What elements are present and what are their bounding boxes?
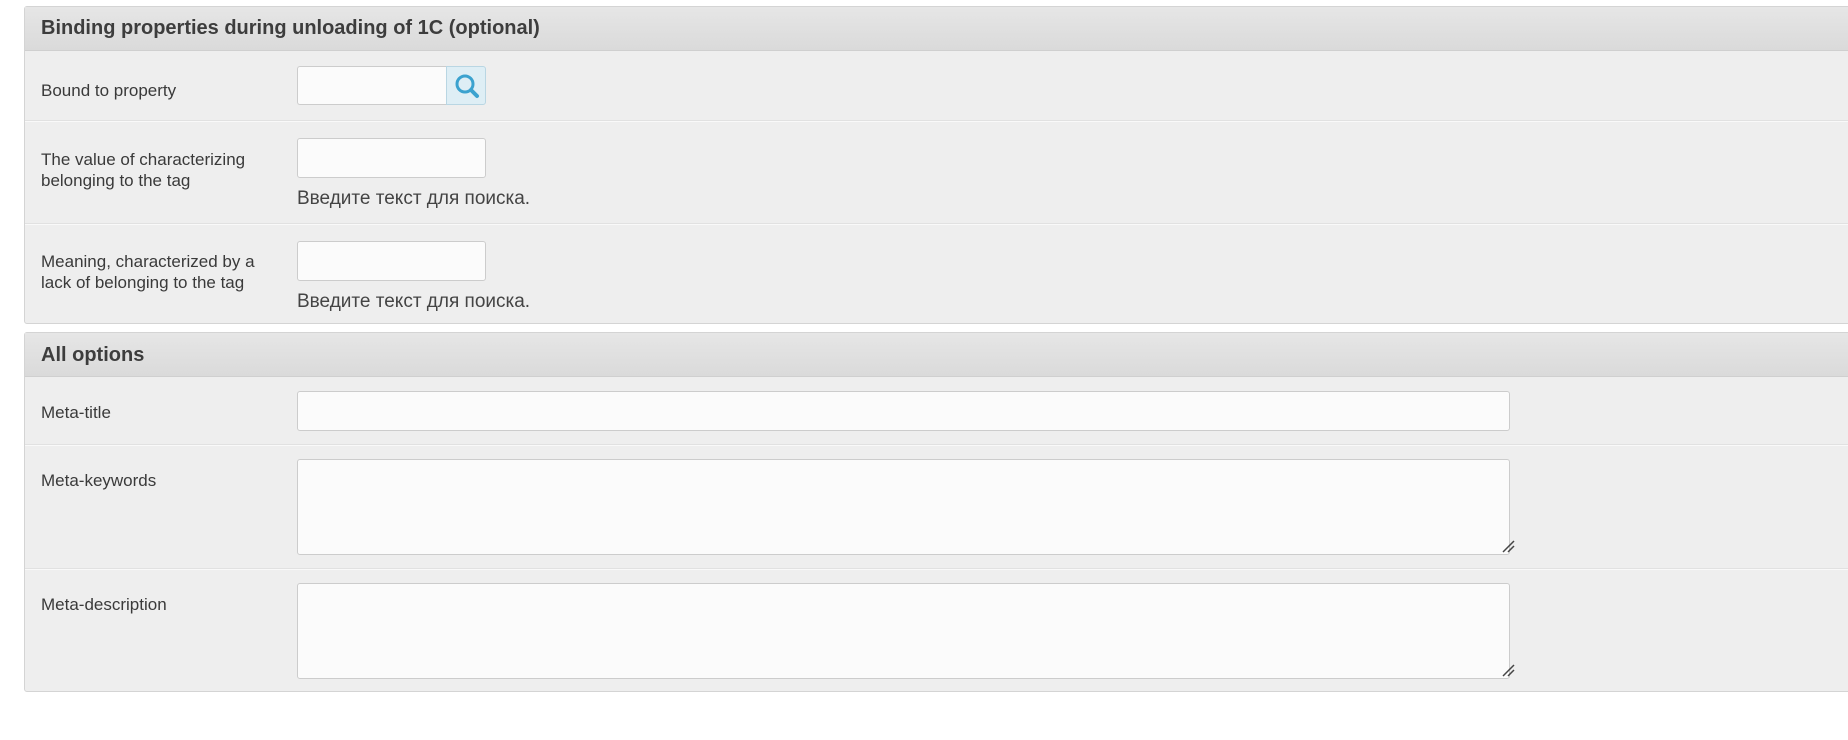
tag-belonging-label: The value of characterizing belonging to… <box>41 150 246 190</box>
tag-absence-input[interactable] <box>297 241 486 281</box>
meta-description-row: Meta-description <box>25 569 1848 693</box>
resize-grip-icon[interactable] <box>1501 539 1515 553</box>
meta-title-input[interactable] <box>297 391 1510 431</box>
bound-property-search-button[interactable] <box>446 66 486 105</box>
meta-keywords-row: Meta-keywords <box>25 445 1848 569</box>
all-options-header: All options <box>25 333 1848 377</box>
binding-properties-header: Binding properties during unloading of 1… <box>25 7 1848 51</box>
all-options-title: All options <box>41 344 145 366</box>
meta-title-label: Meta-title <box>41 403 111 422</box>
meta-title-row: Meta-title <box>25 377 1848 445</box>
meta-keywords-label: Meta-keywords <box>41 471 157 490</box>
bound-property-row: Bound to property <box>25 51 1848 121</box>
tag-absence-row: Meaning, characterized by a lack of belo… <box>25 224 1848 325</box>
bound-property-label: Bound to property <box>41 81 177 100</box>
resize-grip-icon[interactable] <box>1501 663 1515 677</box>
search-icon <box>455 74 479 98</box>
tag-belonging-row: The value of characterizing belonging to… <box>25 121 1848 224</box>
binding-properties-title: Binding properties during unloading of 1… <box>41 17 540 39</box>
meta-description-label: Meta-description <box>41 595 167 614</box>
tag-absence-hint: Введите текст для поиска. <box>297 291 531 312</box>
meta-keywords-textarea[interactable] <box>297 459 1510 555</box>
tag-absence-label: Meaning, characterized by a lack of belo… <box>41 252 255 292</box>
all-options-panel: All options Meta-title Meta-keywords Met… <box>24 332 1848 692</box>
meta-description-textarea[interactable] <box>297 583 1510 679</box>
bound-property-input[interactable] <box>297 66 448 105</box>
tag-belonging-hint: Введите текст для поиска. <box>297 188 531 209</box>
binding-properties-panel: Binding properties during unloading of 1… <box>24 6 1848 324</box>
tag-belonging-input[interactable] <box>297 138 486 178</box>
